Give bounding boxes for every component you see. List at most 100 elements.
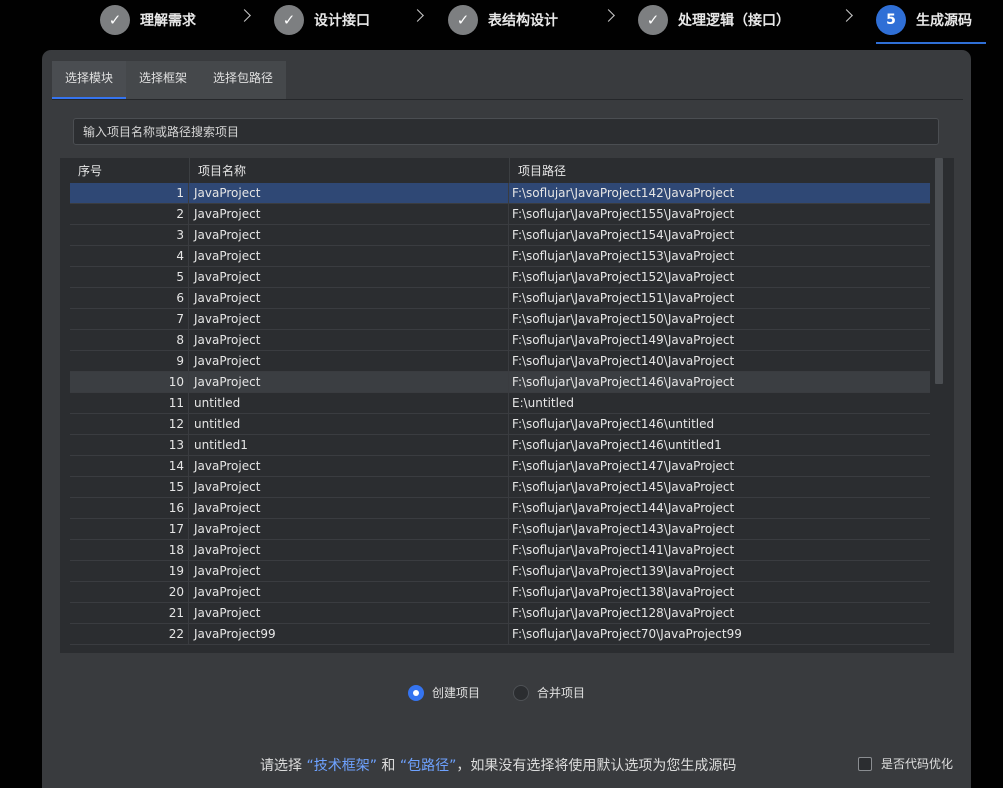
row-project-name: JavaProject99	[188, 624, 508, 644]
table-row[interactable]: 12 untitled F:\soflujar\JavaProject146\unt…	[70, 414, 930, 435]
row-index: 21	[168, 606, 184, 620]
tab-select-framework[interactable]: 选择框架	[126, 61, 200, 99]
row-project-name: JavaProject	[188, 288, 508, 308]
table-row[interactable]: 17 JavaProject F:\soflujar\JavaProject143\…	[70, 519, 930, 540]
row-project-path: F:\soflujar\JavaProject145\JavaProject	[508, 477, 930, 497]
table-row[interactable]: 21 JavaProject F:\soflujar\JavaProject128\…	[70, 603, 930, 624]
step-done-check-icon: ✓	[448, 5, 478, 35]
table-row[interactable]: 7 JavaProject F:\soflujar\JavaProject150\J…	[70, 309, 930, 330]
step-label: 表结构设计	[488, 13, 558, 29]
row-project-path: F:\soflujar\JavaProject155\JavaProject	[508, 204, 930, 224]
row-index: 20	[168, 585, 184, 599]
row-index: 7	[176, 312, 184, 326]
step-done-check-icon: ✓	[274, 5, 304, 35]
row-project-path: F:\soflujar\JavaProject150\JavaProject	[508, 309, 930, 329]
code-optimize-checkbox[interactable]: 是否代码优化	[858, 755, 953, 772]
row-project-path: F:\soflujar\JavaProject146\untitled1	[508, 435, 930, 455]
row-project-path: F:\soflujar\JavaProject141\JavaProject	[508, 540, 930, 560]
row-project-name: JavaProject	[188, 204, 508, 224]
row-project-path: F:\soflujar\JavaProject128\JavaProject	[508, 603, 930, 623]
row-index: 9	[176, 354, 184, 368]
step-label: 理解需求	[140, 13, 196, 29]
step-table-design[interactable]: ✓ 表结构设计	[448, 5, 558, 35]
row-index: 14	[168, 459, 184, 473]
table-row[interactable]: 10 JavaProject F:\soflujar\JavaProject146\…	[70, 372, 930, 393]
row-project-path: F:\soflujar\JavaProject147\JavaProject	[508, 456, 930, 476]
radio-merge-project[interactable]: 合并项目	[513, 684, 585, 701]
scrollbar-thumb[interactable]	[935, 158, 943, 384]
row-project-name: untitled1	[188, 435, 508, 455]
row-index: 15	[168, 480, 184, 494]
tab-divider	[52, 99, 963, 100]
row-project-name: JavaProject	[188, 267, 508, 287]
row-project-path: F:\soflujar\JavaProject70\JavaProject99	[508, 624, 930, 644]
table-row[interactable]: 6 JavaProject F:\soflujar\JavaProject151\J…	[70, 288, 930, 309]
table-row[interactable]: 20 JavaProject F:\soflujar\JavaProject138\…	[70, 582, 930, 603]
row-project-name: JavaProject	[188, 582, 508, 602]
table-row[interactable]: 4 JavaProject F:\soflujar\JavaProject153\J…	[70, 246, 930, 267]
row-project-path: F:\soflujar\JavaProject149\JavaProject	[508, 330, 930, 350]
chevron-right-icon	[840, 9, 853, 22]
table-row[interactable]: 15 JavaProject F:\soflujar\JavaProject145\…	[70, 477, 930, 498]
hint-suffix: ，如果没有选择将使用默认选项为您生成源码	[456, 758, 737, 774]
checkbox-label: 是否代码优化	[881, 757, 954, 771]
hint-link-tech-framework[interactable]: “技术框架”	[306, 758, 377, 774]
step-generate-source[interactable]: 5 生成源码	[876, 5, 972, 35]
row-index: 5	[176, 270, 184, 284]
row-index: 4	[176, 249, 184, 263]
radio-create-project[interactable]: 创建项目	[408, 684, 480, 701]
chevron-right-icon	[602, 9, 615, 22]
step-label: 设计接口	[314, 13, 370, 29]
radio-checked-icon	[408, 684, 424, 701]
row-index: 17	[168, 522, 184, 536]
table-row[interactable]: 11 untitled E:\untitled	[70, 393, 930, 414]
row-project-name: JavaProject	[188, 540, 508, 560]
table-row[interactable]: 19 JavaProject F:\soflujar\JavaProject139\…	[70, 561, 930, 582]
row-index: 8	[176, 333, 184, 347]
table-row[interactable]: 18 JavaProject F:\soflujar\JavaProject141\…	[70, 540, 930, 561]
row-index: 10	[168, 375, 184, 389]
step-design-interface[interactable]: ✓ 设计接口	[274, 5, 370, 35]
table-row[interactable]: 8 JavaProject F:\soflujar\JavaProject149\J…	[70, 330, 930, 351]
radio-unchecked-icon	[513, 684, 529, 701]
step-label: 处理逻辑（接口）	[678, 13, 790, 29]
table-scrollbar[interactable]	[935, 158, 943, 653]
project-search-input[interactable]	[73, 118, 939, 145]
row-index: 19	[168, 564, 184, 578]
table-row[interactable]: 16 JavaProject F:\soflujar\JavaProject144\…	[70, 498, 930, 519]
column-header-project-path[interactable]: 项目路径	[510, 158, 928, 183]
column-header-project-name[interactable]: 项目名称	[190, 158, 510, 183]
radio-label: 创建项目	[432, 686, 481, 700]
hint-link-package-path[interactable]: “包路径”	[400, 758, 457, 774]
hint-mid: 和	[376, 758, 400, 774]
tab-select-package-path[interactable]: 选择包路径	[200, 61, 286, 99]
table-row[interactable]: 5 JavaProject F:\soflujar\JavaProject152\J…	[70, 267, 930, 288]
tab-select-module[interactable]: 选择模块	[52, 61, 126, 99]
table-row[interactable]: 13 untitled1 F:\soflujar\JavaProject146\un…	[70, 435, 930, 456]
row-index: 13	[168, 438, 184, 452]
chevron-right-icon	[238, 9, 251, 22]
table-row[interactable]: 1 JavaProject F:\soflujar\JavaProject142\J…	[70, 183, 930, 204]
row-index: 11	[168, 396, 184, 410]
row-project-path: F:\soflujar\JavaProject143\JavaProject	[508, 519, 930, 539]
row-project-path: F:\soflujar\JavaProject152\JavaProject	[508, 267, 930, 287]
column-header-index[interactable]: 序号	[60, 158, 190, 183]
row-index: 18	[168, 543, 184, 557]
table-row[interactable]: 9 JavaProject F:\soflujar\JavaProject140\J…	[70, 351, 930, 372]
row-project-name: JavaProject	[188, 330, 508, 350]
table-row[interactable]: 3 JavaProject F:\soflujar\JavaProject154\J…	[70, 225, 930, 246]
step-label: 生成源码	[916, 13, 972, 29]
step-processing-logic[interactable]: ✓ 处理逻辑（接口）	[638, 5, 790, 35]
step-done-check-icon: ✓	[100, 5, 130, 35]
row-project-name: JavaProject	[188, 246, 508, 266]
step-understand-requirements[interactable]: ✓ 理解需求	[100, 5, 196, 35]
row-project-path: F:\soflujar\JavaProject146\JavaProject	[508, 372, 930, 392]
row-project-path: F:\soflujar\JavaProject146\untitled	[508, 414, 930, 434]
table-row[interactable]: 22 JavaProject99 F:\soflujar\JavaProject70…	[70, 624, 930, 645]
table-row[interactable]: 14 JavaProject F:\soflujar\JavaProject147\…	[70, 456, 930, 477]
row-index: 3	[176, 228, 184, 242]
table-row[interactable]: 2 JavaProject F:\soflujar\JavaProject155\J…	[70, 204, 930, 225]
row-project-path: F:\soflujar\JavaProject138\JavaProject	[508, 582, 930, 602]
checkbox-unchecked-icon	[858, 756, 872, 771]
project-table: 序号 项目名称 项目路径 1 JavaProject F:\soflujar\Jav…	[60, 158, 954, 653]
